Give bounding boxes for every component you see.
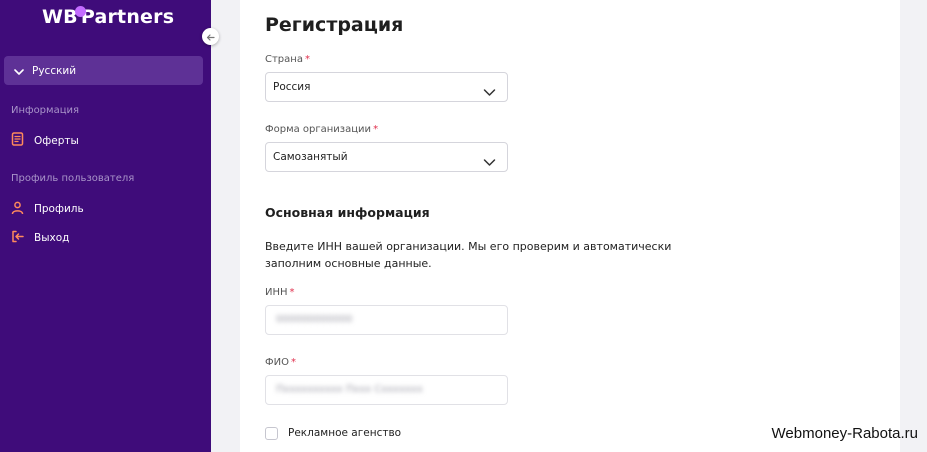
sidebar-item-profile[interactable]: Профиль — [11, 199, 84, 218]
org-form-select[interactable]: Самозанятый — [265, 142, 508, 172]
sidebar: WB Partners Русский Информация Оферты Про… — [0, 0, 211, 452]
document-icon — [11, 131, 24, 150]
chevron-down-icon — [14, 61, 24, 80]
language-label: Русский — [32, 64, 77, 77]
org-form-label-text: Форма организации — [265, 124, 372, 135]
chevron-down-icon — [483, 152, 496, 171]
logo-dot — [75, 6, 86, 17]
required-mark: * — [304, 54, 310, 65]
org-form-value: Самозанятый — [273, 151, 348, 163]
fio-input[interactable]: Пxxxxxxxxxx Пxxx Сxxxxxxx — [265, 375, 508, 405]
ad-agency-checkbox[interactable] — [265, 427, 278, 440]
section-heading: Основная информация — [265, 205, 430, 220]
org-form-label: Форма организации * — [265, 124, 378, 135]
user-icon — [11, 199, 24, 218]
sidebar-item-label: Оферты — [34, 134, 79, 147]
country-value: Россия — [273, 81, 311, 93]
country-label-text: Страна — [265, 54, 303, 65]
watermark: Webmoney-Rabota.ru — [771, 425, 918, 442]
brand-logo[interactable]: WB Partners — [42, 6, 174, 28]
logout-icon — [11, 228, 24, 247]
required-mark: * — [289, 287, 295, 298]
inn-label-text: ИНН — [265, 287, 288, 298]
arrow-left-icon — [206, 27, 215, 46]
chevron-down-icon — [483, 82, 496, 101]
language-select[interactable]: Русский — [4, 56, 203, 85]
section-title-info: Информация — [11, 105, 80, 116]
page-title: Регистрация — [265, 14, 404, 36]
helper-text: Введите ИНН вашей организации. Мы его пр… — [265, 240, 672, 270]
inn-label: ИНН * — [265, 287, 295, 298]
required-mark: * — [290, 357, 296, 368]
fio-value: Пxxxxxxxxxx Пxxx Сxxxxxxx — [276, 384, 423, 395]
logo-partners: Partners — [80, 6, 175, 28]
fio-label: ФИО * — [265, 357, 296, 368]
inn-value: 000000000000 — [276, 314, 353, 325]
collapse-sidebar-button[interactable] — [202, 28, 219, 45]
country-label: Страна * — [265, 54, 310, 65]
country-select[interactable]: Россия — [265, 72, 508, 102]
inn-input[interactable]: 000000000000 — [265, 305, 508, 335]
required-mark: * — [373, 124, 379, 135]
section-title-profile: Профиль пользователя — [11, 173, 135, 184]
logo-wb: WB — [42, 6, 78, 28]
sidebar-item-label: Выход — [34, 231, 70, 244]
sidebar-item-label: Профиль — [34, 202, 84, 215]
sidebar-item-offers[interactable]: Оферты — [11, 131, 79, 150]
ad-agency-label[interactable]: Рекламное агенство — [288, 427, 401, 439]
app-window: WB Partners Русский Информация Оферты Про… — [0, 0, 927, 452]
fio-label-text: ФИО — [265, 357, 289, 368]
sidebar-item-logout[interactable]: Выход — [11, 228, 69, 247]
